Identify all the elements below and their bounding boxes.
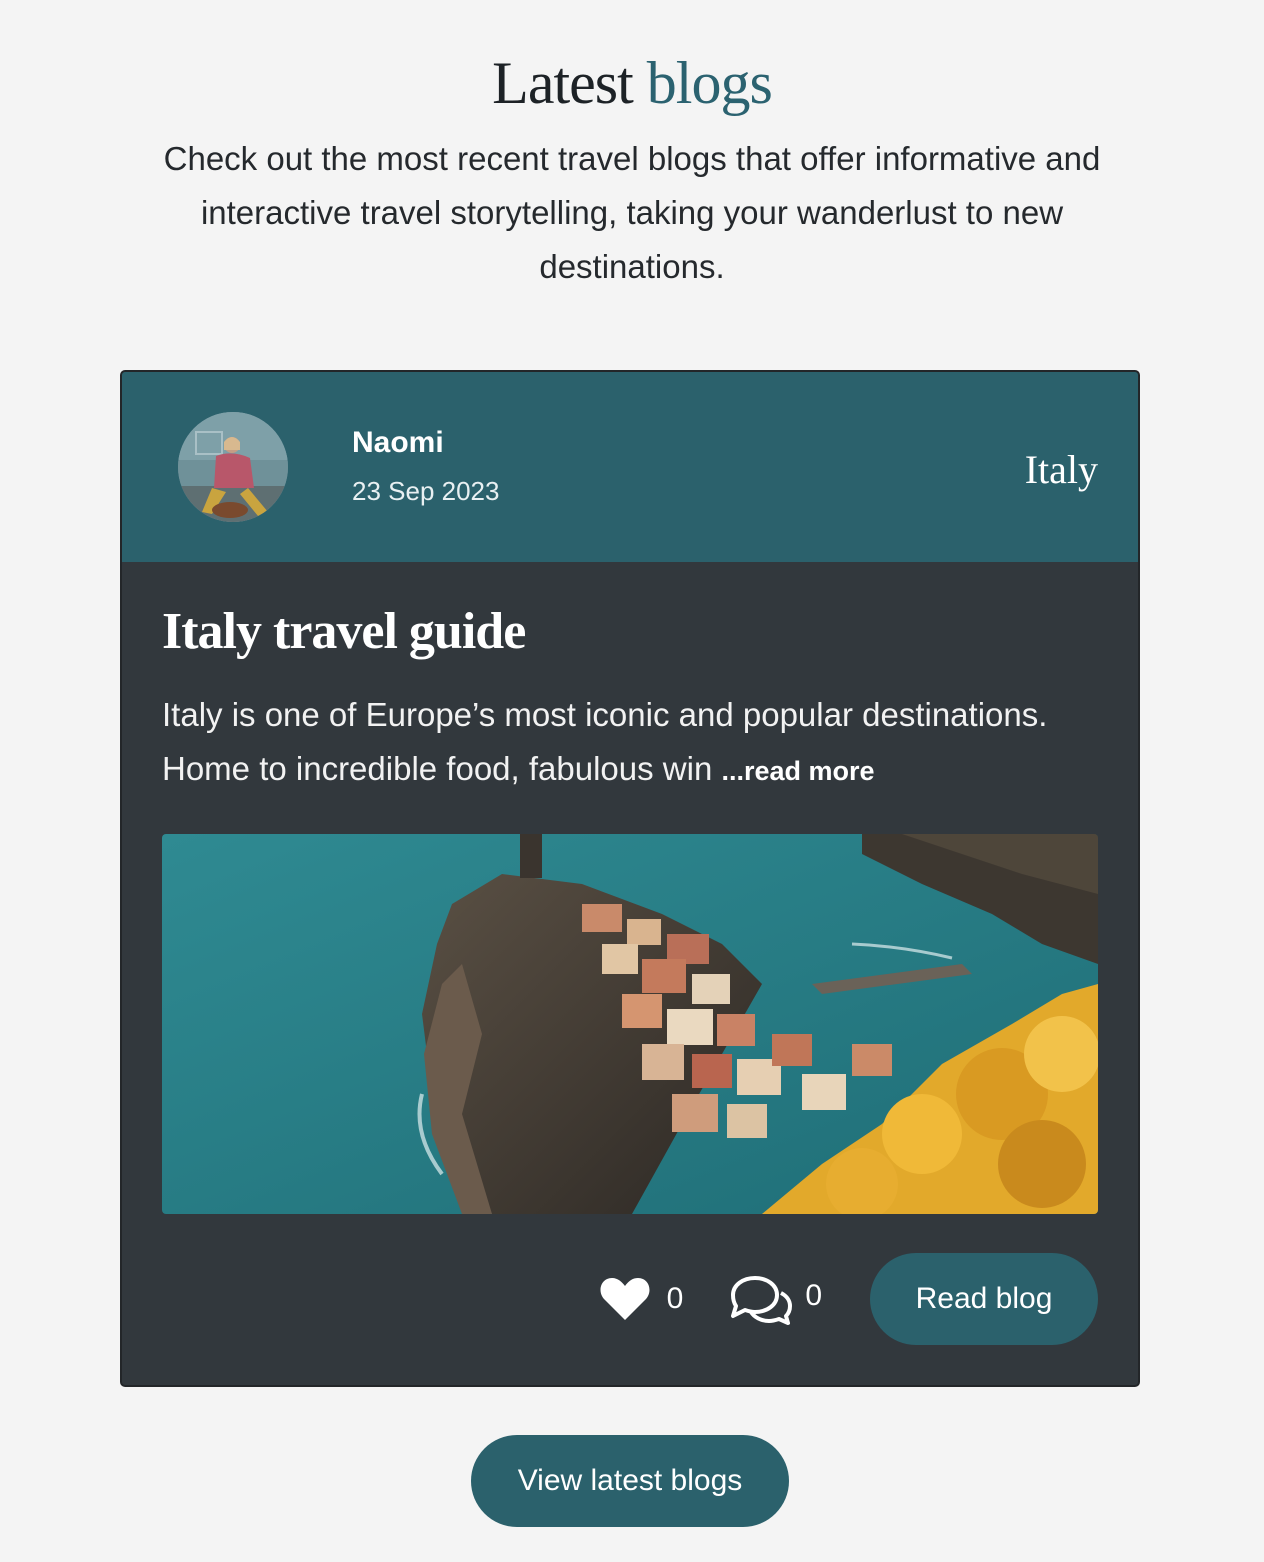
author-name[interactable]: Naomi [352, 426, 444, 460]
view-latest-blogs-button[interactable]: View latest blogs [471, 1435, 789, 1527]
blog-card-body: Italy travel guide Italy is one of Europ… [122, 562, 1138, 1214]
likes-count: 0 [666, 1282, 684, 1315]
likes-stat[interactable]: 0 [599, 1276, 684, 1322]
section-title-accent: blogs [646, 50, 773, 116]
comments-stat[interactable]: 0 [727, 1273, 822, 1325]
section-intro: Check out the most recent travel blogs t… [163, 140, 1101, 285]
blog-card-header: Naomi 23 Sep 2023 Italy [122, 372, 1138, 562]
read-blog-button[interactable]: Read blog [870, 1253, 1098, 1345]
heart-icon[interactable] [599, 1276, 651, 1322]
comments-icon[interactable] [727, 1273, 793, 1325]
read-more-link[interactable]: ...read more [722, 756, 875, 786]
category-label[interactable]: Italy [1025, 446, 1098, 493]
section-title-main: Latest [492, 50, 634, 116]
post-excerpt: Italy is one of Europe’s most iconic and… [162, 688, 1098, 798]
blog-card-footer: 0 0 Read blog [599, 1253, 1098, 1345]
post-date: 23 Sep 2023 [352, 476, 500, 506]
comments-count: 0 [805, 1279, 822, 1312]
post-excerpt-text: Italy is one of Europe’s most iconic and… [162, 696, 1048, 787]
section-title: Latest blogs [0, 48, 1264, 118]
blog-card: Naomi 23 Sep 2023 Italy Italy travel gui… [120, 370, 1140, 1387]
author-avatar[interactable] [178, 412, 288, 522]
post-cover-image[interactable] [162, 834, 1098, 1214]
post-title[interactable]: Italy travel guide [162, 600, 1098, 664]
section-header: Latest blogs Check out the most recent t… [0, 0, 1264, 294]
